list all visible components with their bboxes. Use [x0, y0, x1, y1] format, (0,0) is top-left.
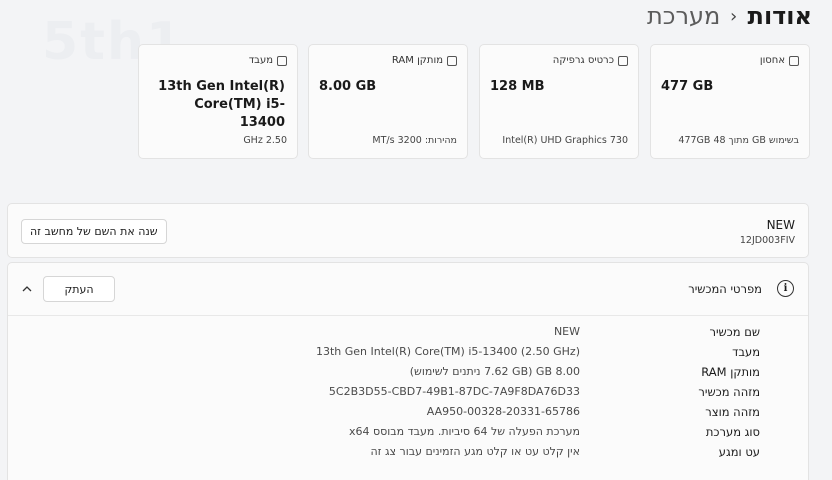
card-footer: 2.50 GHz [243, 135, 287, 146]
spec-value: NEW [553, 325, 580, 338]
spec-value: 13th Gen Intel(R) Core(TM) i5-13400 (2.5… [315, 345, 580, 358]
card-label: מעבד [248, 55, 273, 66]
card-label: אחסון [759, 55, 785, 66]
storage-card[interactable]: אחסון 477 GB בשימוש GB מתוך 477GB 48 [650, 44, 810, 159]
ram-card[interactable]: מותקן RAM 8.00 GB מהירות: 3200 MT/s [308, 44, 468, 159]
processor-card[interactable]: מעבד 13th Gen Intel(R) Core(TM) i5-13400… [138, 44, 298, 159]
device-specifications-panel: i מפרטי המכשיר העתק שם מכשיר NEW מעבד 13… [7, 262, 809, 480]
spec-row-processor: מעבד 13th Gen Intel(R) Core(TM) i5-13400… [8, 343, 808, 363]
spec-row-device-id: מזהה מכשיר 5C2B3D55-CBD7-49B1-87DC-7A9F8… [8, 383, 808, 403]
spec-label: שם מכשיר [709, 325, 760, 339]
card-value: 477 GB [661, 79, 714, 94]
card-footer: Intel(R) UHD Graphics 730 [502, 135, 628, 146]
hard-drive-icon [789, 55, 799, 66]
chevron-right-icon: › [730, 5, 738, 27]
specs-header[interactable]: i מפרטי המכשיר העתק [8, 263, 808, 316]
card-label: כרטיס גרפיקה [552, 55, 614, 66]
spec-label: מזהה מוצר [705, 405, 760, 419]
spec-label: מותקן RAM [701, 365, 760, 379]
spec-label: מזהה מכשיר [698, 385, 760, 399]
chevron-up-icon[interactable] [21, 283, 33, 295]
card-value: 8.00 GB [319, 79, 377, 94]
card-value: 13th Gen Intel(R) Core(TM) i5-13400 [158, 79, 285, 130]
spec-value: 00328-20331-65786-AA950 [426, 405, 580, 418]
copy-button[interactable]: העתק [43, 276, 115, 302]
device-name-panel: NEW 12JD003FIV שנה את השם של מחשב זה [7, 203, 809, 258]
device-name: NEW [766, 218, 795, 232]
card-footer: בשימוש GB מתוך 477GB 48 [678, 135, 799, 146]
spec-row-pen-touch: עט ומגע אין קלט עט או קלט מגע הזמינים עב… [8, 443, 808, 463]
graphics-card[interactable]: כרטיס גרפיקה 128 MB Intel(R) UHD Graphic… [479, 44, 639, 159]
spec-value: אין קלט עט או קלט מגע הזמינים עבור צג זה [370, 445, 580, 458]
spec-value: מערכת הפעלה של 64 סיביות. מעבד מבוסס x64 [349, 425, 580, 438]
page-title: אודות [747, 2, 812, 30]
spec-row-product-id: מזהה מוצר 00328-20331-65786-AA950 [8, 403, 808, 423]
memory-icon [447, 55, 457, 66]
specs-title: מפרטי המכשיר [688, 282, 762, 296]
card-footer: מהירות: 3200 MT/s [372, 135, 457, 146]
spec-row-device-name: שם מכשיר NEW [8, 323, 808, 343]
graphics-card-icon [618, 55, 628, 66]
rename-pc-button[interactable]: שנה את השם של מחשב זה [21, 219, 167, 244]
card-label: מותקן RAM [391, 55, 443, 66]
spec-row-ram: מותקן RAM 8.00 GB (7.62 GB ניתנים לשימוש… [8, 363, 808, 383]
summary-cards: אחסון 477 GB בשימוש GB מתוך 477GB 48 כרט… [138, 44, 810, 159]
device-model: 12JD003FIV [739, 235, 795, 246]
breadcrumb-parent-system[interactable]: מערכת [647, 2, 720, 30]
breadcrumb: מערכת › אודות [647, 2, 812, 30]
spec-label: עט ומגע [718, 445, 760, 459]
card-value: 128 MB [490, 79, 545, 94]
info-icon: i [777, 280, 794, 297]
spec-value: 8.00 GB (7.62 GB ניתנים לשימוש) [409, 365, 580, 378]
spec-label: סוג מערכת [705, 425, 760, 439]
processor-icon [277, 55, 287, 66]
spec-label: מעבד [732, 345, 760, 359]
spec-row-system-type: סוג מערכת מערכת הפעלה של 64 סיביות. מעבד… [8, 423, 808, 443]
spec-value: 5C2B3D55-CBD7-49B1-87DC-7A9F8DA76D33 [328, 385, 580, 398]
